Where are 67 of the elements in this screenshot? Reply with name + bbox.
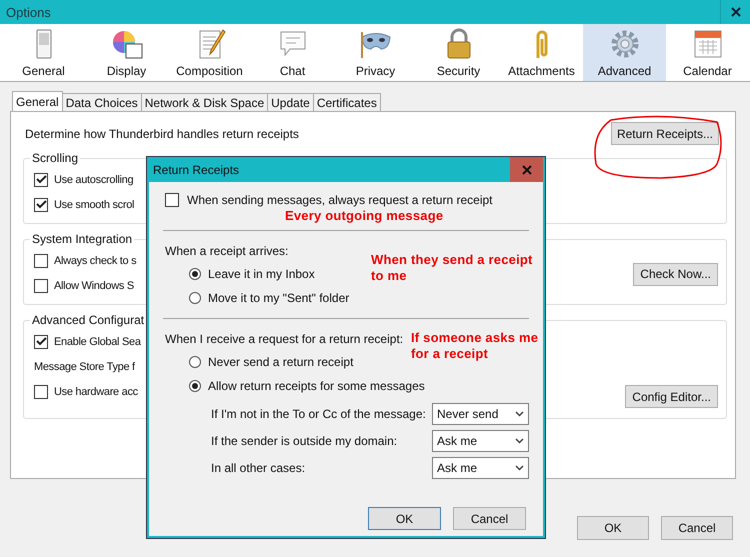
toolbar-item[interactable]: General <box>2 24 85 81</box>
group-title: Scrolling <box>31 151 80 165</box>
dialog-button[interactable]: Cancel <box>453 507 526 530</box>
checkbox-label: Use smooth scrol <box>54 198 134 210</box>
chevron-down-icon <box>515 438 524 444</box>
radio-label: Allow return receipts for some messages <box>208 379 425 393</box>
toolbar-item[interactable]: Display <box>85 24 168 81</box>
close-icon <box>730 7 740 17</box>
section-heading: When a receipt arrives: <box>165 243 288 260</box>
toolbar-item[interactable]: Advanced <box>583 24 666 81</box>
close-icon <box>522 164 532 174</box>
rule-label: If I'm not in the To or Cc of the message: <box>211 406 426 420</box>
checkbox[interactable] <box>34 334 48 348</box>
window-title: Options <box>5 4 51 20</box>
checkbox-label: Enable Global Sea <box>54 336 141 348</box>
dialog-title: Return Receipts <box>153 162 240 176</box>
checkbox[interactable] <box>34 254 48 268</box>
radio-label: Never send a return receipt <box>208 355 354 369</box>
group-button[interactable]: Check Now... <box>633 262 718 286</box>
tab[interactable]: Update <box>267 93 314 111</box>
annotation-text: Every outgoing message <box>285 208 444 223</box>
checkbox-label: When sending messages, always request a return receipt <box>187 193 492 207</box>
rule-label: In all other cases: <box>211 460 306 474</box>
group-title: Advanced Configurat <box>31 313 146 327</box>
dialog-button[interactable]: Cancel <box>661 516 733 540</box>
checkbox[interactable] <box>34 172 48 186</box>
receipts-description: Determine how Thunderbird handles return receipts <box>25 126 299 140</box>
radio-button[interactable] <box>189 356 201 368</box>
toolbar-item[interactable]: Calendar <box>666 24 749 81</box>
checkbox-label: Use autoscrolling <box>54 174 134 186</box>
paperclip-icon <box>534 28 550 60</box>
chevron-down-icon <box>515 464 524 470</box>
group-button[interactable]: Config Editor... <box>625 385 718 408</box>
tab[interactable]: Network & Disk Space <box>140 93 268 111</box>
dialog-button[interactable]: OK <box>577 516 649 540</box>
rule-label: If the sender is outside my domain: <box>211 434 398 448</box>
radio-button[interactable] <box>189 380 201 392</box>
chevron-down-icon <box>515 410 524 416</box>
section-heading: When I receive a request for a return receipt: <box>165 331 404 348</box>
checkbox-label: Use hardware acc <box>54 386 138 398</box>
checkbox[interactable] <box>165 193 179 207</box>
return-receipts-button[interactable]: Return Receipts... <box>610 122 719 145</box>
annotation-text: If someone asks me for a receipt <box>411 330 540 362</box>
toolbar-item[interactable]: Chat <box>251 24 334 81</box>
tab[interactable]: Certificates <box>312 93 381 111</box>
checkbox[interactable] <box>34 198 48 212</box>
dropdown[interactable]: Ask me <box>432 456 529 478</box>
checkbox-label: Always check to s <box>54 254 136 266</box>
toolbar-item[interactable]: Privacy <box>334 24 417 81</box>
close-button[interactable] <box>510 157 543 182</box>
checkbox[interactable] <box>34 278 48 292</box>
dialog-button[interactable]: OK <box>368 507 441 530</box>
toolbar-item[interactable]: Security <box>417 24 500 81</box>
checkbox-label: Allow Windows S <box>54 280 134 292</box>
radio-button[interactable] <box>189 292 201 304</box>
dropdown[interactable]: Never send <box>432 402 529 424</box>
annotation-text: When they send a receipt to me <box>371 252 534 284</box>
setting-label: Message Store Type f <box>34 360 136 374</box>
radio-label: Move it to my "Sent" folder <box>208 291 350 305</box>
toolbar-item[interactable]: Composition <box>168 24 251 81</box>
checkbox[interactable] <box>34 384 48 398</box>
dropdown[interactable]: Ask me <box>432 430 529 452</box>
radio-label: Leave it in my Inbox <box>208 267 315 281</box>
toolbar-item[interactable]: Attachments <box>500 24 583 81</box>
group-title: System Integration <box>31 232 134 246</box>
tab[interactable]: General <box>12 91 63 111</box>
radio-button[interactable] <box>189 268 201 280</box>
